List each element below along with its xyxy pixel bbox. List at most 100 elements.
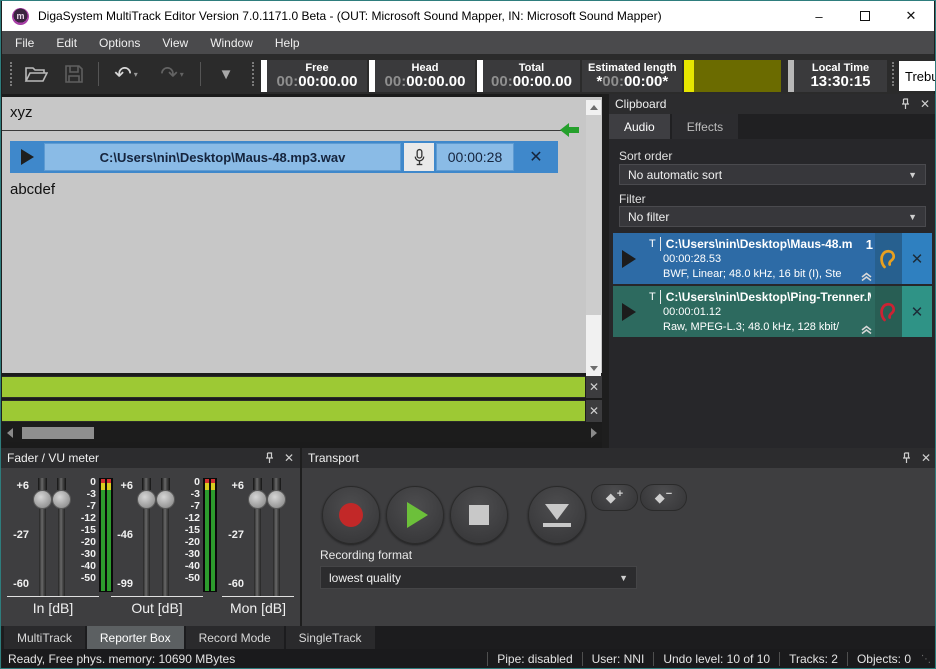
- app-icon: m: [12, 8, 29, 25]
- fader-slider[interactable]: [267, 478, 286, 596]
- scale-tick: -7: [191, 500, 200, 512]
- counter-label: Local Time: [812, 62, 869, 74]
- clipboard-item[interactable]: T C:\Users\nin\Desktop\Ping-Trenner.M 00…: [613, 286, 932, 337]
- item-type: T: [649, 291, 656, 303]
- pin-icon[interactable]: [901, 98, 910, 110]
- marker-drop-button[interactable]: ▼: [208, 60, 244, 88]
- slider-knob[interactable]: [267, 490, 286, 509]
- font-button[interactable]: Trebu: [899, 61, 936, 91]
- item-remove-button[interactable]: ✕: [902, 286, 932, 337]
- menu-item[interactable]: File: [4, 36, 45, 50]
- tab-audio[interactable]: Audio: [609, 114, 670, 139]
- range-top: +6: [16, 480, 29, 492]
- collapse-chevrons-icon[interactable]: [860, 272, 873, 282]
- clip-remove-button[interactable]: ✕: [514, 147, 558, 167]
- clip-file-path[interactable]: C:\Users\nin\Desktop\Maus-48.mp3.wav: [44, 143, 401, 171]
- undo-button[interactable]: ↶▾: [106, 60, 146, 88]
- menu-item[interactable]: Help: [264, 36, 311, 50]
- redo-dropdown-icon[interactable]: ▾: [180, 70, 184, 79]
- undo-dropdown-icon[interactable]: ▾: [134, 70, 138, 79]
- toolbar: ↶▾ ↷▾ ▼ Free 00:00:00.00 Head 00:00:00.0…: [2, 54, 934, 94]
- item-remove-button[interactable]: ✕: [902, 233, 932, 284]
- track-area[interactable]: xyz C:\Users\nin\Desktop\Maus-48.mp3.wav…: [2, 97, 602, 373]
- resize-grip[interactable]: ⋱: [920, 654, 934, 665]
- item-listen-button[interactable]: [875, 286, 902, 337]
- go-to-end-button[interactable]: [528, 486, 586, 544]
- fader-slider[interactable]: [156, 478, 175, 596]
- audio-clip-row[interactable]: C:\Users\nin\Desktop\Maus-48.mp3.wav 00:…: [10, 141, 558, 173]
- clip-play-button[interactable]: [10, 149, 44, 165]
- item-listen-button[interactable]: [875, 233, 902, 284]
- item-format: Raw, MPEG-L.3; 48.0 kHz, 128 kbit/: [649, 320, 873, 335]
- slider-knob[interactable]: [137, 490, 156, 509]
- vertical-scrollbar[interactable]: [586, 100, 601, 376]
- clipboard-title-bar: Clipboard ✕: [609, 94, 936, 114]
- pin-icon[interactable]: [902, 452, 911, 464]
- remove-marker-button[interactable]: ◆−: [640, 484, 687, 511]
- slider-knob[interactable]: [33, 490, 52, 509]
- scroll-down-button[interactable]: [586, 361, 601, 376]
- pin-icon[interactable]: [265, 452, 274, 464]
- scroll-left-button[interactable]: [2, 424, 18, 442]
- slider-knob[interactable]: [248, 490, 267, 509]
- play-button[interactable]: [386, 486, 444, 544]
- clip-mic-button[interactable]: [404, 143, 434, 171]
- clipboard-close-icon[interactable]: ✕: [920, 97, 930, 111]
- arrow-down-icon: [590, 366, 598, 371]
- tab-multitrack[interactable]: MultiTrack: [4, 626, 85, 649]
- toolbar-grip[interactable]: [10, 62, 13, 86]
- counter-total: Total 00:00:00.00: [477, 60, 580, 92]
- record-button[interactable]: [322, 486, 380, 544]
- redo-button[interactable]: ↷▾: [152, 60, 192, 88]
- fader-slider[interactable]: [137, 478, 156, 596]
- menu-item[interactable]: Window: [199, 36, 264, 50]
- tab-effects[interactable]: Effects: [672, 114, 738, 139]
- menu-item[interactable]: View: [151, 36, 199, 50]
- menu-item[interactable]: Edit: [45, 36, 88, 50]
- vertical-scrollbar-thumb[interactable]: [586, 115, 601, 315]
- level-strip-2-close-button[interactable]: ✕: [586, 400, 602, 422]
- add-marker-button[interactable]: ◆+: [591, 484, 638, 511]
- fader-group-mon: +6 -27 -60: [222, 478, 286, 596]
- scroll-up-button[interactable]: [586, 100, 601, 115]
- chevron-down-icon: ▼: [619, 573, 628, 583]
- item-play-button[interactable]: [613, 233, 645, 284]
- close-button[interactable]: ✕: [888, 1, 934, 31]
- maximize-button[interactable]: [842, 1, 888, 31]
- item-play-button[interactable]: [613, 286, 645, 337]
- slider-knob[interactable]: [156, 490, 175, 509]
- horizontal-scrollbar-thumb[interactable]: [22, 427, 94, 439]
- fader-slider[interactable]: [248, 478, 267, 596]
- sort-order-select[interactable]: No automatic sort ▼: [619, 164, 926, 185]
- fader-slider[interactable]: [52, 478, 71, 596]
- counter-value: 00:00:00.00: [491, 74, 572, 91]
- menu-item[interactable]: Options: [88, 36, 151, 50]
- tab-reporter-box[interactable]: Reporter Box: [87, 626, 184, 649]
- transport-close-icon[interactable]: ✕: [921, 451, 931, 465]
- open-button[interactable]: [20, 60, 52, 88]
- scroll-right-button[interactable]: [586, 424, 602, 442]
- fader-close-icon[interactable]: ✕: [284, 451, 294, 465]
- maximize-icon: [860, 11, 870, 21]
- level-strip-2[interactable]: [2, 400, 585, 422]
- ear-icon: [879, 247, 898, 271]
- clipboard-item[interactable]: T C:\Users\nin\Desktop\Maus-48.m 1 00:00…: [613, 233, 932, 284]
- horizontal-scrollbar[interactable]: [2, 424, 602, 442]
- filter-label: Filter: [619, 192, 646, 206]
- recording-format-select[interactable]: lowest quality ▼: [320, 566, 637, 589]
- fader-slider[interactable]: [33, 478, 52, 596]
- tab-record-mode[interactable]: Record Mode: [186, 626, 284, 649]
- stop-button[interactable]: [450, 486, 508, 544]
- level-strip-1-close-button[interactable]: ✕: [586, 376, 602, 398]
- filter-select[interactable]: No filter ▼: [619, 206, 926, 227]
- collapse-chevrons-icon[interactable]: [860, 325, 873, 335]
- chevron-down-icon: ▼: [908, 212, 917, 222]
- slider-knob[interactable]: [52, 490, 71, 509]
- toolbar-grip[interactable]: [892, 62, 895, 86]
- save-button[interactable]: [58, 60, 90, 88]
- level-strip-1[interactable]: [2, 376, 585, 398]
- tab-singletrack[interactable]: SingleTrack: [286, 626, 375, 649]
- scale-tick: -50: [81, 572, 96, 584]
- toolbar-grip[interactable]: [252, 62, 255, 86]
- minimize-button[interactable]: –: [796, 1, 842, 31]
